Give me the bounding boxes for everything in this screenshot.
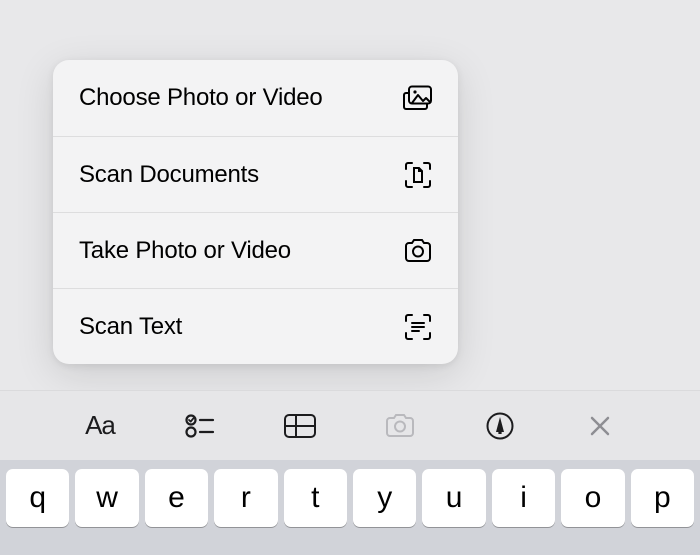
key-i[interactable]: i	[492, 469, 555, 527]
attachment-menu: Choose Photo or Video Scan Documents Tak…	[53, 60, 458, 364]
gallery-icon	[402, 82, 434, 114]
notes-toolbar: Aa	[0, 390, 700, 460]
scan-document-icon	[402, 159, 434, 191]
menu-item-label: Take Photo or Video	[79, 237, 291, 265]
menu-item-choose-photo[interactable]: Choose Photo or Video	[53, 60, 458, 136]
table-button[interactable]	[278, 404, 322, 448]
format-button[interactable]: Aa	[78, 404, 122, 448]
key-u[interactable]: u	[422, 469, 485, 527]
key-e[interactable]: e	[145, 469, 208, 527]
key-o[interactable]: o	[561, 469, 624, 527]
camera-icon	[402, 235, 434, 267]
key-y[interactable]: y	[353, 469, 416, 527]
key-t[interactable]: t	[284, 469, 347, 527]
menu-item-label: Choose Photo or Video	[79, 84, 323, 112]
key-q[interactable]: q	[6, 469, 69, 527]
menu-item-scan-text[interactable]: Scan Text	[53, 288, 458, 364]
key-p[interactable]: p	[631, 469, 694, 527]
key-w[interactable]: w	[75, 469, 138, 527]
menu-item-label: Scan Documents	[79, 161, 259, 189]
key-r[interactable]: r	[214, 469, 277, 527]
menu-item-label: Scan Text	[79, 313, 182, 341]
close-button[interactable]	[578, 404, 622, 448]
keyboard-row: q w e r t y u i o p	[0, 460, 700, 555]
scan-text-icon	[402, 311, 434, 343]
markup-button[interactable]	[478, 404, 522, 448]
menu-item-take-photo[interactable]: Take Photo or Video	[53, 212, 458, 288]
camera-button[interactable]	[378, 404, 422, 448]
menu-item-scan-documents[interactable]: Scan Documents	[53, 136, 458, 212]
checklist-button[interactable]	[178, 404, 222, 448]
